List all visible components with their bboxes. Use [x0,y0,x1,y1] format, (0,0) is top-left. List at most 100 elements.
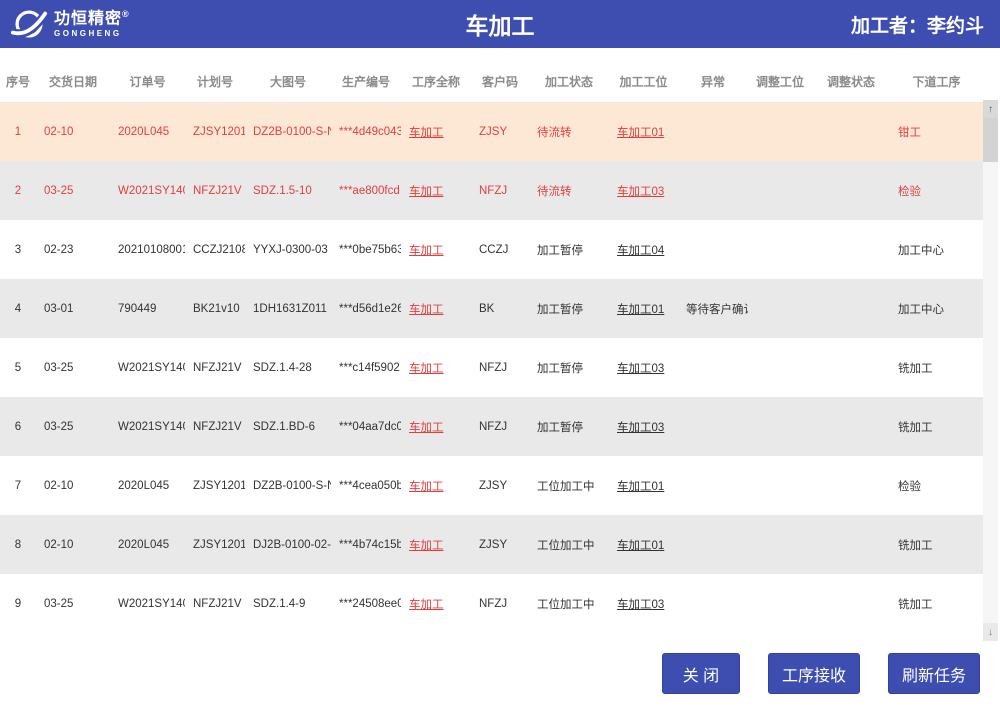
cell-1: 4 [0,303,36,315]
brand-name-cn: 功恒精密® [54,10,130,27]
cell-14: 钳工 [890,124,983,140]
cell-6: ***4b74c15b [331,539,401,551]
cell-2: 02-10 [36,126,110,138]
column-header-3: 订单号 [110,73,185,90]
cell-3: 790449 [110,303,185,315]
cell-9: 工位加工中 [529,537,609,553]
cell-14: 铣加工 [890,419,983,435]
column-header-5: 大图号 [245,73,331,90]
column-header-2: 交货日期 [36,73,110,90]
cell-9: 加工暂停 [529,419,609,435]
cell-10: 车加工04 [609,242,678,258]
cell-14: 检验 [890,183,983,199]
table-scrollbar[interactable]: ↑ ↓ [983,100,998,641]
cell-8: ZJSY [471,480,529,492]
cell-4: NFZJ21V [185,421,245,433]
scrollbar-thumb[interactable] [983,118,998,162]
cell-14: 加工中心 [890,301,983,317]
cell-5: SDZ.1.4-9 [245,598,331,610]
column-header-12: 调整工位 [748,73,812,90]
cell-8: NFZJ [471,598,529,610]
table-header-row: 序号交货日期订单号计划号大图号生产编号工序全称客户码加工状态加工工位异常调整工位… [0,60,983,102]
cell-4: CCZJ2108 [185,244,245,256]
process-accept-button[interactable]: 工序接收 [768,653,860,694]
cell-10: 车加工01 [609,124,678,140]
cell-14: 铣加工 [890,596,983,612]
cell-5: SDZ.1.4-28 [245,362,331,374]
cell-7: 车加工 [401,183,471,199]
cell-7: 车加工 [401,478,471,494]
cell-10: 车加工01 [609,301,678,317]
logo-text: 功恒精密® GONGHENG [54,10,130,37]
cell-4: NFZJ21V [185,598,245,610]
cell-4: ZJSY1201 [185,539,245,551]
cell-2: 02-10 [36,539,110,551]
cell-7: 车加工 [401,419,471,435]
cell-1: 6 [0,421,36,433]
cell-7: 车加工 [401,360,471,376]
cell-1: 1 [0,126,36,138]
cell-6: ***ae800fcd [331,185,401,197]
table-row[interactable]: 403-01790449BK21v101DH1631Z011***d56d1e2… [0,279,983,338]
cell-6: ***4cea050b [331,480,401,492]
cell-9: 加工暂停 [529,242,609,258]
cell-9: 待流转 [529,183,609,199]
cell-8: ZJSY [471,126,529,138]
column-header-4: 计划号 [185,73,245,90]
cell-4: ZJSY1201 [185,480,245,492]
cell-2: 03-25 [36,421,110,433]
registered-mark: ® [122,9,130,19]
footer-actions: 关 闭 工序接收 刷新任务 [662,653,980,694]
cell-1: 2 [0,185,36,197]
table-row[interactable]: 203-25W2021SY140NFZJ21VSDZ.1.5-10***ae80… [0,161,983,220]
cell-2: 03-01 [36,303,110,315]
app-header: 功恒精密® GONGHENG 车加工 加工者：李约斗 [0,0,1000,48]
cell-1: 3 [0,244,36,256]
cell-10: 车加工03 [609,596,678,612]
refresh-tasks-button[interactable]: 刷新任务 [888,653,980,694]
table-row[interactable]: 802-102020L045ZJSY1201DJ2B-0100-02-03***… [0,515,983,574]
cell-1: 7 [0,480,36,492]
cell-14: 加工中心 [890,242,983,258]
column-header-13: 调整状态 [812,73,890,90]
cell-7: 车加工 [401,596,471,612]
scroll-down-icon[interactable]: ↓ [983,623,998,641]
cell-5: SDZ.1.BD-6 [245,421,331,433]
table-row[interactable]: 302-2320210108001CCZJ2108YYXJ-0300-03***… [0,220,983,279]
column-header-1: 序号 [0,73,36,90]
cell-3: 2020L045 [110,539,185,551]
cell-5: DZ2B-0100-S-N- [245,126,331,138]
close-button[interactable]: 关 闭 [662,653,740,694]
cell-8: ZJSY [471,539,529,551]
operator-label: 加工者：李约斗 [851,11,984,38]
cell-9: 加工暂停 [529,301,609,317]
cell-6: ***24508ee0 [331,598,401,610]
cell-2: 03-25 [36,362,110,374]
cell-5: YYXJ-0300-03 [245,244,331,256]
cell-5: SDZ.1.5-10 [245,185,331,197]
cell-2: 02-10 [36,480,110,492]
table-row[interactable]: 102-102020L045ZJSY1201DZ2B-0100-S-N-***4… [0,102,983,161]
gongheng-logo-icon [10,5,48,43]
cell-10: 车加工01 [609,537,678,553]
task-table: 102-102020L045ZJSY1201DZ2B-0100-S-N-***4… [0,102,983,633]
cell-2: 03-25 [36,598,110,610]
cell-4: NFZJ21V [185,362,245,374]
table-row[interactable]: 503-25W2021SY140NFZJ21VSDZ.1.4-28***c14f… [0,338,983,397]
cell-7: 车加工 [401,124,471,140]
column-header-7: 工序全称 [401,73,471,90]
cell-1: 9 [0,598,36,610]
cell-14: 铣加工 [890,537,983,553]
table-row[interactable]: 903-25W2021SY140NFZJ21VSDZ.1.4-9***24508… [0,574,983,633]
cell-7: 车加工 [401,537,471,553]
column-header-10: 加工工位 [609,73,678,90]
cell-10: 车加工03 [609,419,678,435]
table-row[interactable]: 702-102020L045ZJSY1201DZ2B-0100-S-N.1***… [0,456,983,515]
column-header-11: 异常 [678,73,748,90]
cell-6: ***0be75b63 [331,244,401,256]
column-header-9: 加工状态 [529,73,609,90]
scroll-up-icon[interactable]: ↑ [983,100,998,118]
table-row[interactable]: 603-25W2021SY140NFZJ21VSDZ.1.BD-6***04aa… [0,397,983,456]
cell-9: 工位加工中 [529,478,609,494]
cell-14: 铣加工 [890,360,983,376]
